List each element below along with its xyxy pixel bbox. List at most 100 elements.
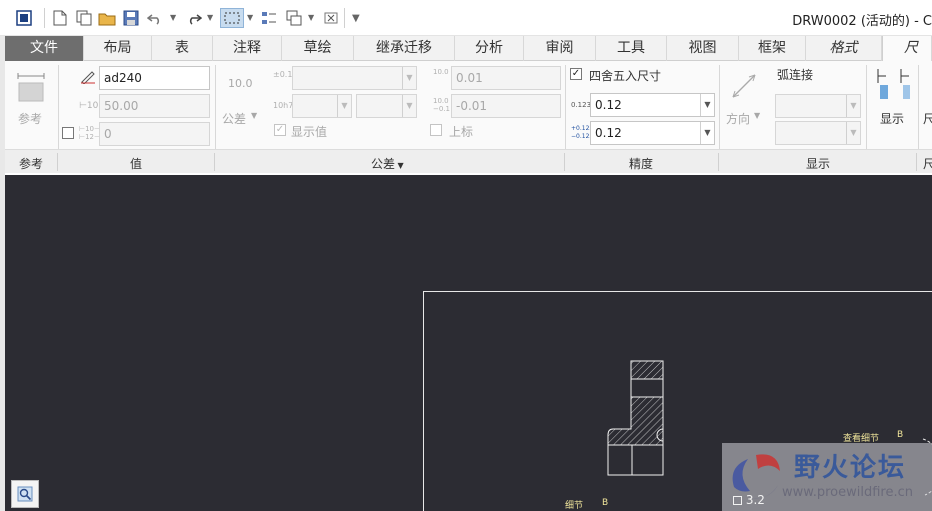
group-label-tolerance-text: 公差 xyxy=(371,157,396,171)
tolerance-mode-dropdown-icon: ▼ xyxy=(251,111,258,120)
tab-dimension[interactable]: 尺寸 xyxy=(882,36,932,81)
tolerance-group-dropdown-icon: ▼ xyxy=(395,161,404,170)
override-value-field[interactable]: 0 xyxy=(99,122,210,146)
tab-format[interactable]: 格式 xyxy=(806,36,882,61)
superscript-label: 上标 xyxy=(449,125,474,139)
close-window-icon[interactable] xyxy=(321,8,341,28)
show-label: 显示 xyxy=(880,112,905,126)
app-menu-icon[interactable] xyxy=(14,8,34,28)
regenerate-icon[interactable] xyxy=(259,8,279,28)
tolerance-sample-icon: 10.0 xyxy=(228,77,253,90)
open-folder-icon[interactable] xyxy=(97,8,117,28)
ribbon-tabs: 文件 布局 表 注释 草绘 继承迁移 分析 审阅 工具 视图 框架 格式 尺寸 xyxy=(5,36,932,81)
drawing-canvas[interactable]: 查看细节 B 细节 B 野火论坛 www.proewildfire.cn 3.2 xyxy=(5,175,932,511)
surface-finish-value: 3.2 xyxy=(745,493,765,507)
show-value-label: 显示值 xyxy=(291,125,328,139)
windows-icon[interactable] xyxy=(284,8,304,28)
plus-minus-icon: ±0.1 xyxy=(273,70,293,79)
group-label-separator xyxy=(718,153,719,171)
arc-join-label: 弧连接 xyxy=(777,68,814,82)
tab-sketch[interactable]: 草绘 xyxy=(282,36,354,61)
ribbon-panel: 参考 ad240 ⊢10⊣ 50.00 ⊢10⊣ ⊢12⊣ 0 10.0 公差 ▼… xyxy=(5,61,932,173)
watermark-url: www.proewildfire.cn xyxy=(782,485,913,500)
magnifier-icon xyxy=(17,486,33,502)
zoom-button[interactable] xyxy=(11,480,39,508)
windows-dropdown-icon[interactable]: ▼ xyxy=(308,13,314,22)
override-value-icon: ⊢10⊣ ⊢12⊣ xyxy=(79,125,101,141)
tab-view[interactable]: 视图 xyxy=(667,36,739,61)
selection-box-icon[interactable] xyxy=(220,8,244,28)
reference-label: 参考 xyxy=(18,112,43,126)
new-file-icon[interactable] xyxy=(50,8,70,28)
round-dimension-checkbox[interactable]: ✓ xyxy=(570,68,582,80)
tolerance-decimal-value: 0.12 xyxy=(595,126,622,140)
tab-annotate[interactable]: 注释 xyxy=(213,36,282,61)
lower-tolerance-icon: 10.0 −0.1 xyxy=(433,97,450,113)
group-label-separator xyxy=(916,153,917,171)
tab-review[interactable]: 审阅 xyxy=(524,36,596,61)
dimension-name-icon xyxy=(80,70,96,87)
group-label-precision: 精度 xyxy=(629,157,654,171)
tab-tools[interactable]: 工具 xyxy=(596,36,667,61)
tab-legacy-migration[interactable]: 继承迁移 xyxy=(354,36,455,61)
group-label-separator xyxy=(57,153,58,171)
tolerance-table-select[interactable]: ▼ xyxy=(292,66,417,90)
show-witness-icon xyxy=(875,67,911,106)
direction-label: 方向 xyxy=(726,112,751,126)
lower-tolerance-field[interactable]: -0.01 xyxy=(451,94,561,118)
override-value-checkbox[interactable] xyxy=(62,127,74,139)
tolerance-decimal-select[interactable]: 0.12 ▼ xyxy=(590,121,715,145)
detail-label[interactable]: 细节 xyxy=(565,498,583,511)
reference-button[interactable]: 参考 xyxy=(13,67,51,127)
upper-tolerance-field[interactable]: 0.01 xyxy=(451,66,561,90)
tab-file[interactable]: 文件 xyxy=(5,36,84,61)
ribbon-group-labels: 参考 值 公差 ▼ 精度 显示 尺 xyxy=(5,149,932,173)
detail-letter-b-lower[interactable]: B xyxy=(602,498,608,508)
decimal-places-icon: 0.123 xyxy=(571,101,592,109)
reference-icon xyxy=(16,69,46,103)
undo-icon[interactable] xyxy=(145,8,165,28)
tab-layout[interactable]: 布局 xyxy=(84,36,152,61)
redo-icon[interactable] xyxy=(184,8,204,28)
copy-file-icon[interactable] xyxy=(74,8,94,28)
customize-toolbar-icon[interactable]: ▼ xyxy=(352,13,360,24)
arc-join-select[interactable]: ▼ xyxy=(775,94,861,118)
quick-access-toolbar: ▼ ▼ ▼ ▼ ▼ DRW0002 (活动的) - C xyxy=(0,0,932,36)
round-dimension-label: 四舍五入尺寸 xyxy=(589,69,662,83)
show-button[interactable]: 显示 xyxy=(871,67,915,129)
redo-dropdown-icon[interactable]: ▼ xyxy=(207,13,213,22)
surface-finish-symbol[interactable]: 3.2 xyxy=(733,493,765,507)
part-section-view[interactable] xyxy=(600,359,670,481)
toolbar-separator xyxy=(344,8,345,28)
dimension-name-field[interactable]: ad240 xyxy=(99,66,210,90)
decimal-places-value: 0.12 xyxy=(595,98,622,112)
superscript-checkbox[interactable] xyxy=(430,124,442,136)
tab-frame[interactable]: 框架 xyxy=(739,36,806,61)
window-title: DRW0002 (活动的) - C xyxy=(792,14,932,29)
group-label-value: 值 xyxy=(130,157,143,171)
selection-dropdown-icon[interactable]: ▼ xyxy=(247,13,253,22)
hole-tolerance-select[interactable]: ▼ xyxy=(292,94,352,118)
decimal-places-select[interactable]: 0.12 ▼ xyxy=(590,93,715,117)
group-label-separator xyxy=(214,153,215,171)
undo-dropdown-icon[interactable]: ▼ xyxy=(170,13,176,22)
tolerance-mode-label: 公差 xyxy=(222,112,247,126)
upper-lower-icon: 10.0 +0.1 −0.1 xyxy=(433,68,487,76)
group-label-tolerance[interactable]: 公差 ▼ xyxy=(371,155,404,172)
direction-arrow-icon xyxy=(729,71,759,104)
tolerance-mode-button[interactable]: 10.0 公差 ▼ xyxy=(218,71,258,127)
tolerance-decimal-icon: +0.123 −0.123 xyxy=(571,125,594,140)
watermark-title: 野火论坛 xyxy=(794,453,907,483)
shaft-tolerance-select[interactable]: ▼ xyxy=(356,94,417,118)
direction-button[interactable]: 方向 ▼ xyxy=(721,67,765,129)
toolbar-separator xyxy=(44,8,45,28)
arc-join-style-select[interactable]: ▼ xyxy=(775,121,861,145)
tab-analysis[interactable]: 分析 xyxy=(455,36,524,61)
save-icon[interactable] xyxy=(121,8,141,28)
show-value-checkbox[interactable]: ✓ xyxy=(274,124,286,136)
nominal-value-field[interactable]: 50.00 xyxy=(99,94,210,118)
tab-table[interactable]: 表 xyxy=(152,36,213,61)
square-icon xyxy=(733,496,742,505)
group-label-dimension-partial: 尺 xyxy=(923,157,932,171)
direction-dropdown-icon: ▼ xyxy=(754,111,761,120)
